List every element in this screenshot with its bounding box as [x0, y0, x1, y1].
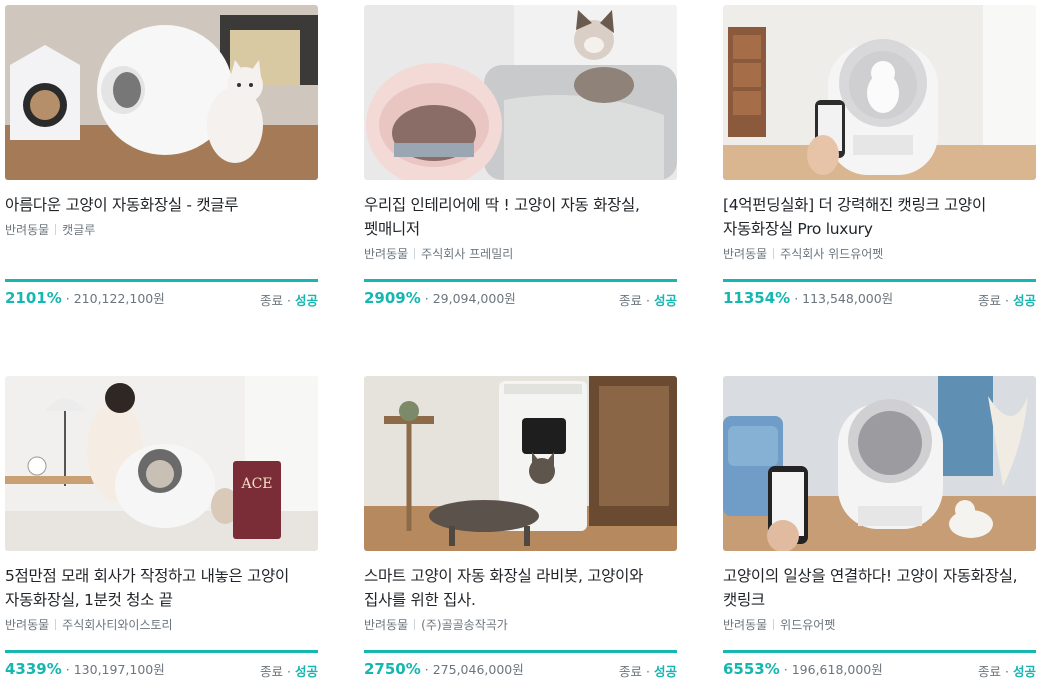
- funding-stats: 2750% · 275,046,000원 종료 · 성공: [364, 659, 677, 679]
- project-title[interactable]: 우리집 인테리어에 딱 ! 고양이 자동 화장실, 펫매니저: [364, 193, 677, 241]
- funding-amount: · 130,197,100원: [65, 662, 165, 677]
- funding-amount: · 210,122,100원: [65, 291, 165, 306]
- funding-progress-bar: [723, 279, 1036, 282]
- divider: [55, 619, 57, 630]
- funding-stats: 6553% · 196,618,000원 종료 · 성공: [723, 659, 1036, 679]
- project-title[interactable]: 5점만점 모래 회사가 작정하고 내놓은 고양이 자동화장실, 1분컷 청소 끝: [5, 564, 318, 612]
- funding-stats: 2909% · 29,094,000원 종료 · 성공: [364, 288, 677, 308]
- status-result: 성공: [294, 293, 318, 308]
- status-badge: 종료 · 성공: [619, 661, 677, 680]
- funding-percent: 11354%: [723, 289, 791, 307]
- project-meta: 반려동물 주식회사티와이스토리: [5, 617, 318, 633]
- funding-progress-bar: [5, 279, 318, 282]
- project-card[interactable]: 우리집 인테리어에 딱 ! 고양이 자동 화장실, 펫매니저 반려동물 주식회사 …: [364, 5, 677, 310]
- funding-progress-bar: [723, 650, 1036, 653]
- funding-percent: 6553%: [723, 660, 780, 678]
- project-thumbnail[interactable]: [723, 376, 1036, 551]
- funding-percent: 2909%: [364, 289, 421, 307]
- status-badge: 종료 · 성공: [978, 290, 1036, 309]
- project-meta: 반려동물 주식회사 프레밀리: [364, 246, 677, 262]
- project-thumbnail[interactable]: [723, 5, 1036, 180]
- cat-litter-box-photo: [723, 376, 1036, 551]
- project-thumbnail[interactable]: [5, 5, 318, 180]
- status-badge: 종료 · 성공: [260, 661, 318, 680]
- funding-percent: 2750%: [364, 660, 421, 678]
- project-card[interactable]: [4억펀딩실화] 더 강력해진 캣링크 고양이 자동화장실 Pro luxury…: [723, 5, 1036, 310]
- cat-litter-box-photo: [723, 5, 1036, 180]
- project-meta: 반려동물 주식회사 위드유어펫: [723, 246, 1036, 262]
- maker-name[interactable]: (주)골골송작곡가: [421, 618, 508, 632]
- maker-name[interactable]: 위드유어펫: [780, 618, 835, 632]
- project-thumbnail[interactable]: [364, 376, 677, 551]
- maker-name[interactable]: 캣글루: [62, 223, 95, 237]
- status-label: 종료 ·: [260, 664, 291, 679]
- project-meta: 반려동물 위드유어펫: [723, 617, 1036, 633]
- funding-amount: · 196,618,000원: [783, 662, 883, 677]
- project-title[interactable]: [4억펀딩실화] 더 강력해진 캣링크 고양이 자동화장실 Pro luxury: [723, 193, 1036, 241]
- category-label: 반려동물: [364, 247, 409, 261]
- category-label: 반려동물: [723, 247, 768, 261]
- status-label: 종료 ·: [978, 664, 1009, 679]
- status-result: 성공: [1012, 293, 1036, 308]
- funding-stats: 4339% · 130,197,100원 종료 · 성공: [5, 659, 318, 679]
- project-meta: 반려동물 (주)골골송작곡가: [364, 617, 677, 633]
- funding-amount: · 113,548,000원: [794, 291, 894, 306]
- status-result: 성공: [1012, 664, 1036, 679]
- funding-progress-bar: [5, 650, 318, 653]
- project-card[interactable]: 스마트 고양이 자동 화장실 라비봇, 고양이와 집사를 위한 집사. 반려동물…: [364, 376, 677, 681]
- funding-stats: 2101% · 210,122,100원 종료 · 성공: [5, 288, 318, 308]
- category-label: 반려동물: [364, 618, 409, 632]
- maker-name[interactable]: 주식회사 프레밀리: [421, 247, 513, 261]
- status-badge: 종료 · 성공: [619, 290, 677, 309]
- status-label: 종료 ·: [619, 293, 650, 308]
- project-title[interactable]: 아름다운 고양이 자동화장실 - 캣글루: [5, 193, 318, 217]
- maker-name[interactable]: 주식회사티와이스토리: [62, 618, 172, 632]
- status-label: 종료 ·: [978, 293, 1009, 308]
- status-badge: 종료 · 성공: [260, 290, 318, 309]
- divider: [414, 248, 416, 259]
- status-badge: 종료 · 성공: [978, 661, 1036, 680]
- status-result: 성공: [294, 664, 318, 679]
- project-title[interactable]: 스마트 고양이 자동 화장실 라비봇, 고양이와 집사를 위한 집사.: [364, 564, 677, 612]
- cat-litter-box-photo: [5, 5, 318, 180]
- project-title[interactable]: 고양이의 일상을 연결하다! 고양이 자동화장실, 캣링크: [723, 564, 1036, 612]
- funding-stats: 11354% · 113,548,000원 종료 · 성공: [723, 288, 1036, 308]
- project-meta: 반려동물 캣글루: [5, 222, 318, 238]
- status-label: 종료 ·: [619, 664, 650, 679]
- funding-percent: 2101%: [5, 289, 62, 307]
- status-label: 종료 ·: [260, 293, 291, 308]
- svg-text:ACE: ACE: [240, 476, 272, 492]
- divider: [414, 619, 416, 630]
- divider: [773, 248, 775, 259]
- status-result: 성공: [653, 293, 677, 308]
- funding-amount: · 29,094,000원: [424, 291, 516, 306]
- project-card[interactable]: 고양이의 일상을 연결하다! 고양이 자동화장실, 캣링크 반려동물 위드유어펫 …: [723, 376, 1036, 681]
- project-card[interactable]: 아름다운 고양이 자동화장실 - 캣글루 반려동물 캣글루 2101% · 210…: [5, 5, 318, 310]
- status-result: 성공: [653, 664, 677, 679]
- category-label: 반려동물: [723, 618, 768, 632]
- project-thumbnail[interactable]: ACE: [5, 376, 318, 551]
- cat-litter-box-photo: ACE: [5, 376, 318, 551]
- category-label: 반려동물: [5, 618, 50, 632]
- category-label: 반려동물: [5, 223, 50, 237]
- divider: [773, 619, 775, 630]
- project-thumbnail[interactable]: [364, 5, 677, 180]
- project-card[interactable]: ACE 5점만점 모래 회사가 작정하고 내놓은 고양이 자동화장실, 1분컷 …: [5, 376, 318, 681]
- divider: [55, 224, 57, 235]
- funding-percent: 4339%: [5, 660, 62, 678]
- funding-progress-bar: [364, 650, 677, 653]
- funding-amount: · 275,046,000원: [424, 662, 524, 677]
- funding-progress-bar: [364, 279, 677, 282]
- maker-name[interactable]: 주식회사 위드유어펫: [780, 247, 883, 261]
- cat-litter-box-photo: [364, 5, 677, 180]
- cat-litter-box-photo: [364, 376, 677, 551]
